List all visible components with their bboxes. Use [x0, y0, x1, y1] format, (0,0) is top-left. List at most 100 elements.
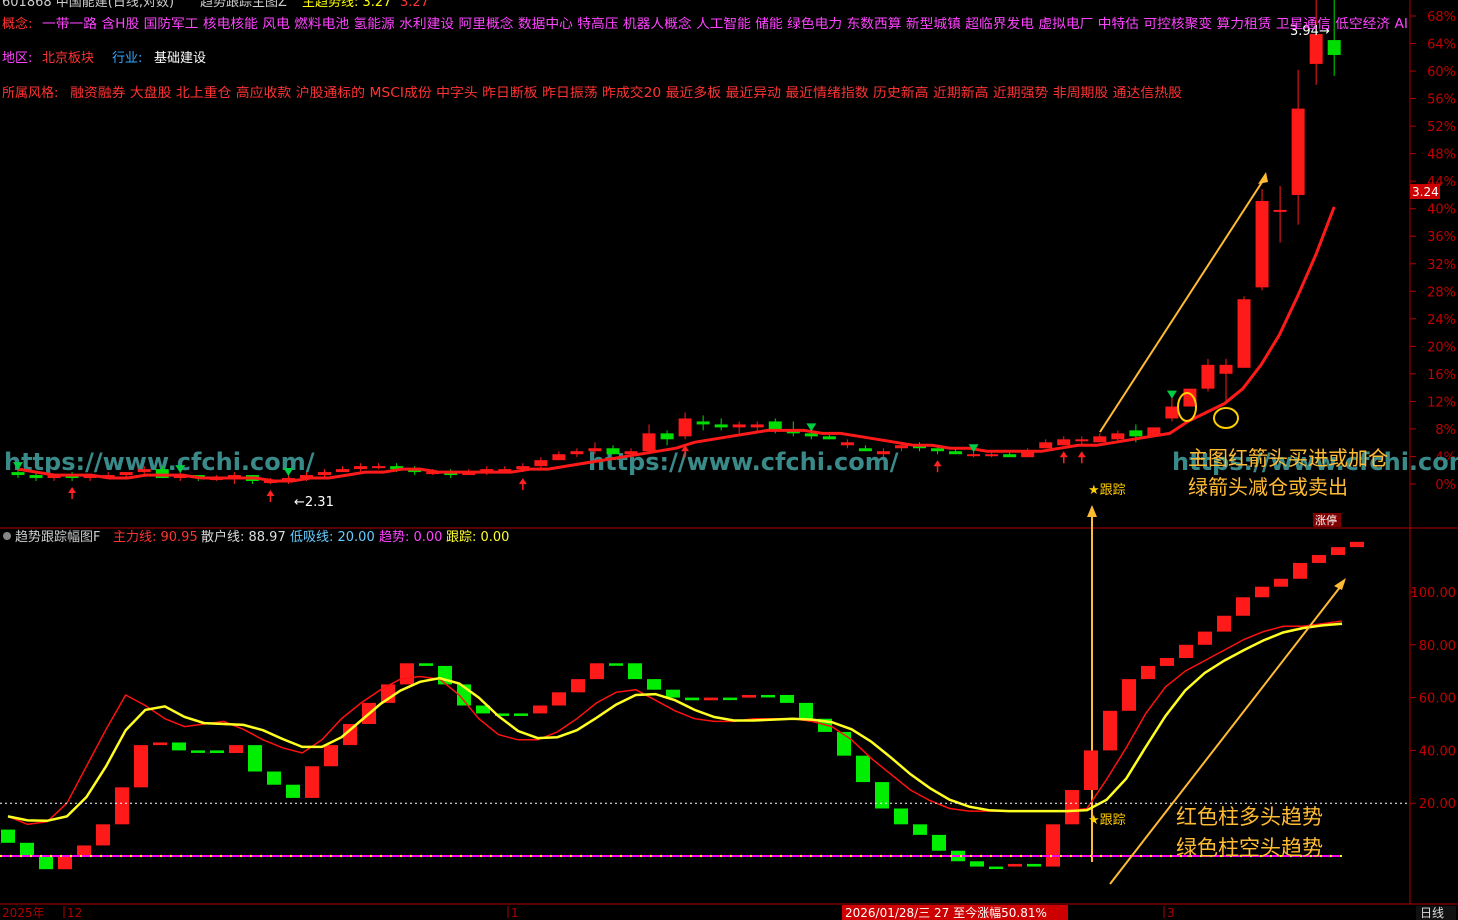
candle-body: [931, 448, 945, 452]
candle-body: [894, 445, 908, 449]
candle-body: [985, 454, 999, 457]
trend-bar: [514, 713, 528, 716]
candle-body: [336, 469, 350, 473]
main-tick-label: 0%: [1435, 478, 1456, 493]
main-tick-label: 12%: [1427, 395, 1456, 410]
trend-bar: [1274, 578, 1288, 587]
trend-bar: [609, 663, 623, 666]
trend-bar: [628, 663, 642, 680]
industry-value: 基础建设: [154, 51, 206, 66]
trend-bar: [39, 856, 53, 870]
main-tick-label: 52%: [1427, 120, 1456, 135]
concepts-list: 一带一路 含H股 国防军工 核电核能 风电 燃料电池 氢能源 水利建设 阿里概念…: [42, 16, 1408, 32]
trend-bar: [666, 689, 680, 698]
main-tick-label: 28%: [1427, 285, 1456, 300]
low-buy-value: 低吸线: 20.00: [290, 530, 375, 545]
trend-bar: [1236, 597, 1250, 616]
candle-body: [1093, 436, 1107, 443]
highlight-circle-2: [1213, 407, 1239, 429]
trend-bar: [1160, 658, 1174, 666]
low-price-label: ←2.31: [294, 495, 334, 510]
year-label: 2025年: [2, 906, 45, 920]
trend-bar: [590, 663, 604, 680]
candle-body: [318, 472, 332, 476]
candle-body: [1129, 430, 1143, 437]
chart-canvas: 68%64%60%56%52%48%44%40%36%32%28%24%20%1…: [0, 0, 1458, 920]
trend-bar: [58, 856, 72, 870]
sub-tick-label: 80.00: [1419, 639, 1456, 654]
candle-body: [1165, 406, 1179, 419]
main-tick-label: 36%: [1427, 230, 1456, 245]
trend-bar: [305, 766, 319, 798]
main-tick-label: 20%: [1427, 340, 1456, 355]
main-tick-label: 40%: [1427, 203, 1456, 218]
trend-bar: [1065, 790, 1079, 825]
trend-value: 趋势: 0.00: [379, 529, 442, 545]
main-note-line2: 绿箭头减仓或卖出: [1188, 475, 1348, 499]
track-value: 跟踪: 0.00: [446, 530, 509, 545]
trend-bar: [229, 745, 243, 754]
trend-bar: [780, 694, 794, 703]
indicator-settings-icon[interactable]: [3, 532, 11, 540]
trend-bar: [552, 692, 566, 706]
trend-bar: [96, 824, 110, 846]
candle-body: [372, 466, 386, 469]
trend-bar: [1331, 547, 1345, 556]
candle-body: [1219, 364, 1233, 374]
retail-value: 散户线: 88.97: [201, 529, 286, 545]
candle-body: [137, 469, 151, 473]
period-label[interactable]: 日线: [1420, 906, 1444, 920]
trend-bar: [153, 742, 167, 746]
candle-body: [570, 451, 584, 455]
month-12-label: 12: [67, 906, 82, 920]
trend-bar: [571, 679, 585, 693]
extra-value: 3.27: [400, 0, 429, 10]
trend-bar: [1255, 586, 1269, 598]
candle-body: [714, 424, 728, 428]
trend-track-line: [17, 206, 1336, 483]
sub-note-line1: 红色柱多头趋势: [1176, 805, 1323, 829]
main-note-line1: 主图红箭头买进或加仓: [1188, 446, 1388, 470]
trend-bar: [1141, 665, 1155, 680]
style-label: 所属风格:: [2, 85, 58, 101]
trend-bar: [1217, 615, 1231, 632]
trend-bar: [1122, 679, 1136, 711]
trend-bar: [400, 663, 414, 685]
trend-bar: [1, 829, 15, 843]
month-1-label: 1: [511, 906, 519, 920]
sub-tick-label: 100.00: [1411, 586, 1457, 601]
main-tick-label: 48%: [1427, 148, 1456, 163]
candle-body: [534, 460, 548, 467]
trend-bar: [77, 845, 91, 856]
main-tick-label: 56%: [1427, 93, 1456, 108]
trend-bar: [685, 697, 699, 701]
region-value: 北京板块: [42, 51, 94, 66]
trend-bar: [894, 808, 908, 825]
sub-indicator-title: 趋势跟踪幅图F: [15, 529, 100, 545]
trend-bar: [761, 694, 775, 698]
trend-bar: [932, 834, 946, 851]
trend-bar: [647, 679, 661, 690]
main-tick-label: 60%: [1427, 65, 1456, 80]
candle-body: [660, 433, 674, 440]
trend-bar: [1084, 750, 1098, 790]
trend-bar: [419, 663, 433, 666]
trend-bar: [856, 755, 870, 783]
candle-body: [1201, 364, 1215, 389]
candle-body: [822, 436, 836, 440]
trend-bar: [210, 750, 224, 754]
sub-tick-label: 20.00: [1419, 797, 1456, 812]
trend-bar: [1312, 555, 1326, 563]
candle-body: [1237, 299, 1251, 368]
trend-bar: [723, 697, 737, 701]
candle-body: [678, 418, 692, 437]
track-connector-arrowhead: [1087, 505, 1097, 517]
candle-body: [1327, 40, 1341, 55]
limit-up-label: 涨停: [1315, 513, 1337, 527]
date-info: 2026/01/28/三 27 至今涨幅50.81%: [845, 905, 1047, 920]
main-trend-value: 主趋势线: 3.27: [302, 0, 391, 10]
price-tag-value: 3.24: [1412, 185, 1439, 199]
candle-body: [588, 448, 602, 452]
main-y-axis: 68%64%60%56%52%48%44%40%36%32%28%24%20%1…: [1410, 10, 1456, 493]
main-tick-label: 16%: [1427, 368, 1456, 383]
